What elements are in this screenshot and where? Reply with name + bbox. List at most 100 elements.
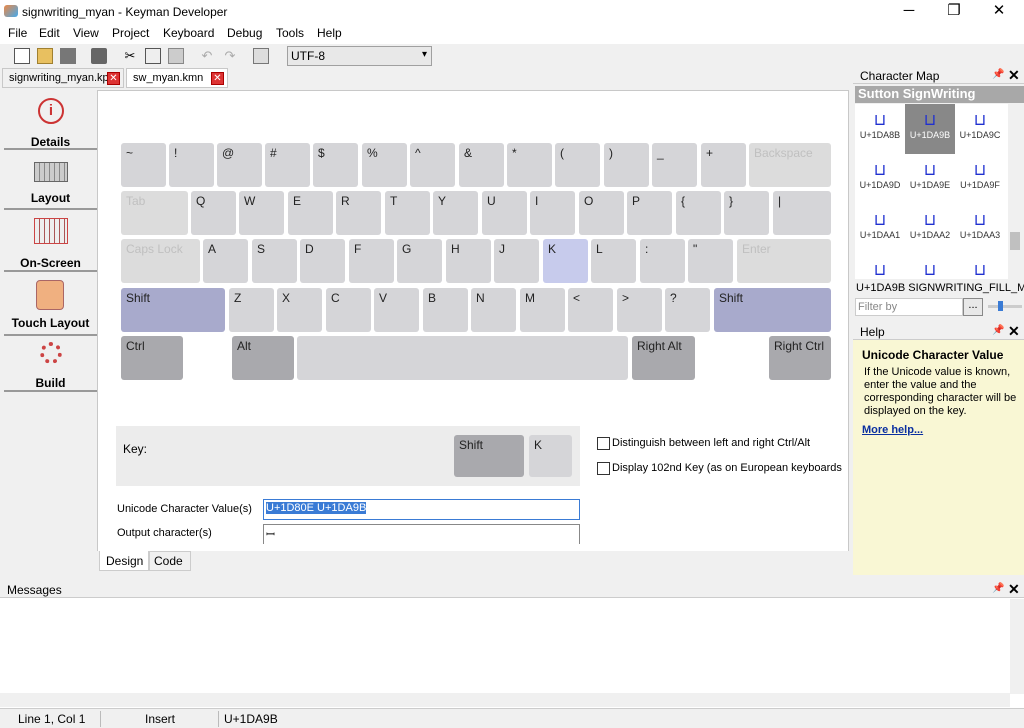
encoding-select[interactable]: UTF-8 ▾ — [287, 46, 432, 66]
key-r[interactable]: R — [336, 191, 381, 235]
tab-design[interactable]: Design — [99, 551, 149, 571]
pin-icon[interactable]: 📌 — [992, 325, 1004, 336]
pin-icon[interactable]: 📌 — [992, 69, 1004, 80]
key-left-shift[interactable]: Shift — [121, 288, 225, 332]
key-l[interactable]: L — [591, 239, 636, 283]
close-icon[interactable]: ✕ — [107, 72, 120, 85]
menu-project[interactable]: Project — [112, 26, 149, 40]
key-left-alt[interactable]: Alt — [232, 336, 294, 380]
key-z[interactable]: Z — [229, 288, 274, 332]
key-0[interactable]: ) — [604, 143, 649, 187]
char-cell[interactable]: ⊔ U+1DA9F — [955, 154, 1005, 204]
key-7[interactable]: & — [459, 143, 504, 187]
char-cell[interactable]: ⊔ — [905, 254, 955, 279]
save-icon[interactable] — [60, 48, 76, 64]
zoom-slider[interactable] — [988, 301, 1022, 311]
char-cell-selected[interactable]: ⊔ U+1DA9B — [905, 104, 955, 154]
char-cell[interactable]: ⊔ U+1DAA1 — [855, 204, 905, 254]
key-equals[interactable]: + — [701, 143, 746, 187]
key-left-ctrl[interactable]: Ctrl — [121, 336, 183, 380]
sidebar-item-build[interactable]: Build — [4, 338, 97, 392]
maximize-button[interactable]: ❐ — [931, 0, 977, 24]
character-grid-scrollbar[interactable] — [1008, 104, 1022, 279]
copy-icon[interactable] — [145, 48, 161, 64]
key-4[interactable]: $ — [313, 143, 358, 187]
sidebar-item-details[interactable]: i Details — [4, 92, 97, 150]
char-cell[interactable]: ⊔ — [955, 254, 1005, 279]
menu-debug[interactable]: Debug — [227, 26, 262, 40]
slider-thumb[interactable] — [998, 301, 1003, 311]
key-p[interactable]: P — [627, 191, 672, 235]
key-f[interactable]: F — [349, 239, 394, 283]
key-right-shift[interactable]: Shift — [714, 288, 831, 332]
new-file-icon[interactable] — [14, 48, 30, 64]
key-w[interactable]: W — [239, 191, 284, 235]
key-o[interactable]: O — [579, 191, 624, 235]
pin-icon[interactable]: 📌 — [992, 583, 1004, 594]
key-less-than[interactable]: < — [568, 288, 613, 332]
key-e[interactable]: E — [288, 191, 333, 235]
key-8[interactable]: * — [507, 143, 552, 187]
char-cell[interactable]: ⊔ U+1DA9D — [855, 154, 905, 204]
key-q[interactable]: Q — [191, 191, 236, 235]
key-quote[interactable]: " — [688, 239, 733, 283]
key-k[interactable]: K — [543, 239, 588, 283]
key-c[interactable]: C — [326, 288, 371, 332]
sidebar-item-layout[interactable]: Layout — [4, 152, 97, 210]
key-h[interactable]: H — [446, 239, 491, 283]
key-v[interactable]: V — [374, 288, 419, 332]
char-cell[interactable]: ⊔ — [855, 254, 905, 279]
key-space[interactable] — [297, 336, 628, 380]
filter-input[interactable]: Filter by — [855, 298, 963, 316]
key-u[interactable]: U — [482, 191, 527, 235]
menu-help[interactable]: Help — [317, 26, 342, 40]
minimize-button[interactable]: ─ — [886, 0, 932, 24]
messages-scrollbar[interactable] — [1010, 599, 1024, 694]
window-icon[interactable] — [253, 48, 269, 64]
display-102nd-key-checkbox[interactable] — [597, 462, 610, 475]
key-2[interactable]: @ — [217, 143, 262, 187]
close-icon[interactable]: ✕ — [1008, 323, 1020, 340]
key-caps-lock[interactable]: Caps Lock — [121, 239, 200, 283]
menu-edit[interactable]: Edit — [39, 26, 60, 40]
key-question[interactable]: ? — [665, 288, 710, 332]
undo-icon[interactable]: ↶ — [199, 48, 215, 64]
key-x[interactable]: X — [277, 288, 322, 332]
key-b[interactable]: B — [423, 288, 468, 332]
output-character-input[interactable]: ꟷ — [263, 524, 580, 544]
key-3[interactable]: # — [265, 143, 310, 187]
redo-icon[interactable]: ↷ — [222, 48, 238, 64]
tab-code[interactable]: Code — [149, 551, 191, 571]
menu-view[interactable]: View — [73, 26, 99, 40]
close-window-button[interactable]: ✕ — [976, 0, 1022, 24]
key-5[interactable]: % — [362, 143, 407, 187]
char-cell[interactable]: ⊔ U+1DA9C — [955, 104, 1005, 154]
key-tilde[interactable]: ~ — [121, 143, 166, 187]
key-right-ctrl[interactable]: Right Ctrl — [769, 336, 831, 380]
tab-project[interactable]: signwriting_myan.kpj ✕ — [2, 68, 124, 88]
key-backspace[interactable]: Backspace — [749, 143, 831, 187]
key-t[interactable]: T — [385, 191, 430, 235]
key-pipe[interactable]: | — [773, 191, 831, 235]
key-j[interactable]: J — [494, 239, 539, 283]
paste-icon[interactable] — [168, 48, 184, 64]
key-1[interactable]: ! — [169, 143, 214, 187]
menu-tools[interactable]: Tools — [276, 26, 304, 40]
key-enter[interactable]: Enter — [737, 239, 831, 283]
key-a[interactable]: A — [203, 239, 248, 283]
sidebar-item-touch-layout[interactable]: Touch Layout — [4, 274, 97, 336]
char-cell[interactable]: ⊔ U+1DA9E — [905, 154, 955, 204]
close-icon[interactable]: ✕ — [1008, 581, 1020, 598]
key-tab[interactable]: Tab — [121, 191, 188, 235]
filter-button[interactable]: ... — [963, 298, 983, 316]
open-folder-icon[interactable] — [37, 48, 53, 64]
key-s[interactable]: S — [252, 239, 297, 283]
key-greater-than[interactable]: > — [617, 288, 662, 332]
key-minus[interactable]: _ — [652, 143, 697, 187]
close-icon[interactable]: ✕ — [1008, 67, 1020, 84]
char-cell[interactable]: ⊔ U+1DAA3 — [955, 204, 1005, 254]
cut-icon[interactable]: ✂ — [122, 48, 138, 64]
print-icon[interactable] — [91, 48, 107, 64]
key-i[interactable]: I — [530, 191, 575, 235]
messages-horizontal-scrollbar[interactable] — [0, 693, 1010, 707]
